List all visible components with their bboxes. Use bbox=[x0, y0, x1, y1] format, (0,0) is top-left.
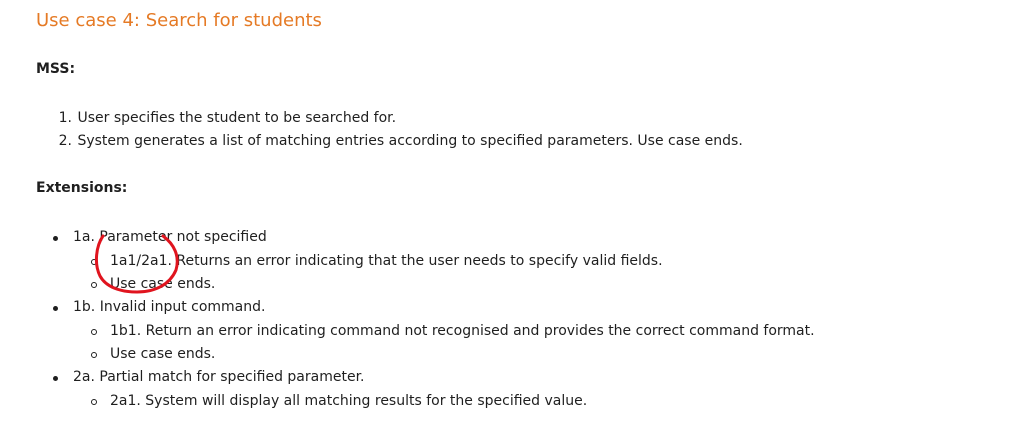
extension-label: 1a. Parameter not specified bbox=[53, 226, 815, 250]
extension-sub-item: 2a1. System will display all matching re… bbox=[73, 390, 815, 413]
extension-sub-list: 1a1/2a1. Returns an error indicating tha… bbox=[73, 250, 815, 296]
circle-bullet-icon bbox=[91, 282, 97, 288]
extension-sub-item: 1a1/2a1. Returns an error indicating tha… bbox=[73, 250, 815, 273]
circle-bullet-icon bbox=[91, 352, 97, 358]
extensions-list: 1a. Parameter not specified 1a1/2a1. Ret… bbox=[36, 226, 815, 413]
circle-bullet-icon bbox=[91, 329, 97, 335]
extension-sub-list: 2a1. System will display all matching re… bbox=[73, 390, 815, 413]
extension-sub-item: 1b1. Return an error indicating command … bbox=[73, 320, 815, 343]
step-text: User specifies the student to be searche… bbox=[77, 110, 397, 126]
step-text: System generates a list of matching entr… bbox=[77, 133, 743, 149]
extension-item: 2a. Partial match for specified paramete… bbox=[36, 366, 815, 413]
mss-step: 2. System generates a list of matching e… bbox=[36, 130, 743, 153]
circle-bullet-icon bbox=[91, 259, 97, 265]
sub-item-text: Use case ends. bbox=[110, 346, 216, 362]
mss-step: 1. User specifies the student to be sear… bbox=[36, 107, 743, 130]
mss-steps: 1. User specifies the student to be sear… bbox=[36, 107, 743, 153]
sub-item-text: 1b1. Return an error indicating command … bbox=[110, 323, 815, 339]
extension-sub-list: 1b1. Return an error indicating command … bbox=[73, 320, 815, 366]
sub-item-text: 2a1. System will display all matching re… bbox=[110, 393, 588, 409]
extension-label: 2a. Partial match for specified paramete… bbox=[53, 366, 815, 390]
extension-sub-item: Use case ends. bbox=[73, 273, 815, 296]
extensions-heading: Extensions: bbox=[36, 180, 128, 196]
extension-sub-item: Use case ends. bbox=[73, 343, 815, 366]
sub-item-text: 1a1/2a1. Returns an error indicating tha… bbox=[110, 253, 663, 269]
extension-label: 1b. Invalid input command. bbox=[53, 296, 815, 320]
use-case-title: Use case 4: Search for students bbox=[36, 10, 322, 31]
circle-bullet-icon bbox=[91, 399, 97, 405]
extension-item: 1a. Parameter not specified 1a1/2a1. Ret… bbox=[36, 226, 815, 296]
sub-item-text: Use case ends. bbox=[110, 276, 216, 292]
step-number: 2. bbox=[58, 133, 72, 149]
extension-item: 1b. Invalid input command. 1b1. Return a… bbox=[36, 296, 815, 366]
mss-heading: MSS: bbox=[36, 61, 76, 77]
step-number: 1. bbox=[58, 110, 72, 126]
